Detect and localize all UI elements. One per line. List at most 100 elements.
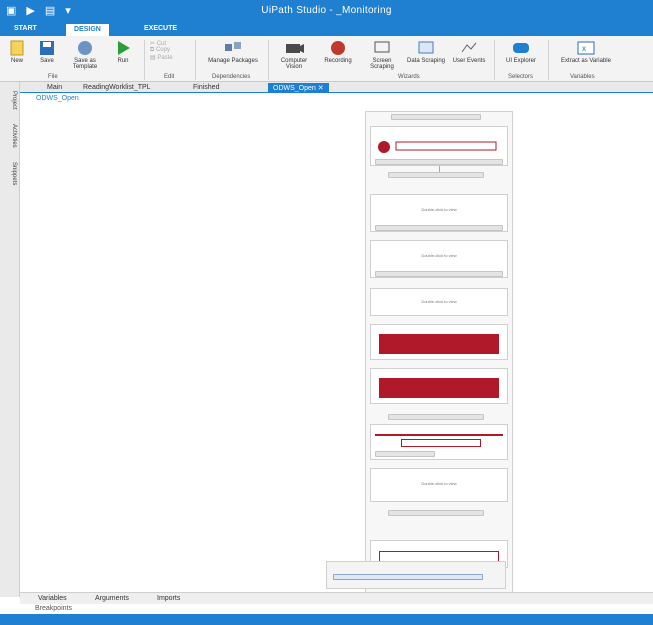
camera-icon xyxy=(286,44,304,53)
template-icon xyxy=(78,41,92,55)
breakpoints-tab[interactable]: Breakpoints xyxy=(35,605,72,612)
svg-text:x: x xyxy=(582,44,586,53)
bottom-tab-bar: Variables Arguments Imports xyxy=(20,592,653,604)
extract-as-variable-button[interactable]: x Extract as Variable xyxy=(556,40,616,76)
sequence-header[interactable] xyxy=(391,114,481,120)
tab-arguments[interactable]: Arguments xyxy=(95,595,129,602)
breadcrumb[interactable]: ODWS_Open xyxy=(36,95,79,102)
group-selectors-label: Selectors xyxy=(508,74,534,80)
ui-explorer-icon xyxy=(513,43,529,53)
selection-line xyxy=(375,434,503,436)
tab-start[interactable]: START xyxy=(6,22,45,36)
activity-header xyxy=(371,369,507,377)
computer-vision-button[interactable]: Computer Vision xyxy=(274,40,314,76)
activity-if[interactable]: Double-click to view xyxy=(370,194,508,232)
close-icon[interactable]: ✕ xyxy=(318,85,324,92)
activity-property[interactable] xyxy=(375,159,503,165)
manage-packages-button[interactable]: Manage Packages xyxy=(205,40,261,76)
document-tab-bar: Main ReadingWorklist_TPL Finished ODWS_O… xyxy=(20,82,653,93)
group-wizards-label: Wizards xyxy=(398,74,420,80)
save-icon xyxy=(40,41,54,55)
activity-property[interactable] xyxy=(375,225,503,231)
activity-header xyxy=(371,241,507,249)
side-tab-snippets[interactable]: Snippets xyxy=(3,158,17,190)
manage-packages-label: Manage Packages xyxy=(208,58,258,64)
activity-if[interactable]: Double-click to view xyxy=(370,240,508,278)
doc-tab-odws-open[interactable]: ODWS_Open ✕ xyxy=(268,83,329,93)
group-variables-label: Variables xyxy=(570,74,595,80)
activity-type-into[interactable] xyxy=(370,424,508,460)
run-label: Run xyxy=(117,58,129,64)
packages-icon xyxy=(225,42,241,51)
activity-assign[interactable] xyxy=(388,510,484,516)
outer-sequence[interactable] xyxy=(326,561,506,589)
recording-button[interactable]: Recording xyxy=(318,40,358,76)
ui-explorer-label: UI Explorer xyxy=(505,58,536,64)
screen-scraping-button[interactable]: Screen Scraping xyxy=(362,40,402,76)
doc-tab-main[interactable]: Main xyxy=(42,83,67,93)
run-button[interactable]: Run xyxy=(110,40,136,76)
tab-variables[interactable]: Variables xyxy=(38,595,67,602)
new-button[interactable]: New xyxy=(4,40,30,76)
tab-imports[interactable]: Imports xyxy=(157,595,180,602)
status-bar xyxy=(0,614,653,625)
doc-tab-odws-open-label: ODWS_Open xyxy=(273,85,316,92)
activity-image[interactable] xyxy=(370,126,508,166)
ui-explorer-button[interactable]: UI Explorer xyxy=(500,40,542,76)
activity-if[interactable]: Double-click to view xyxy=(370,468,508,502)
ribbon: New Save Save as Template Run File ✂ Cut… xyxy=(0,36,653,82)
tab-design[interactable]: DESIGN xyxy=(66,22,109,36)
record-icon xyxy=(331,41,345,55)
new-file-icon xyxy=(10,40,24,56)
doc-tab-finished[interactable]: Finished xyxy=(188,83,224,93)
title-bar: ▣ ▶ ▤ ▾ UiPath Studio - _Monitoring xyxy=(0,0,653,22)
ribbon-separator xyxy=(268,40,269,80)
placeholder-text: Double-click to view xyxy=(421,253,457,258)
copy-button[interactable]: ⧉ Copy xyxy=(150,47,190,54)
target-field xyxy=(401,439,481,447)
selected-activity[interactable] xyxy=(333,574,483,580)
side-tab-activities[interactable]: Activities xyxy=(3,118,17,154)
screenshot-thumbnail xyxy=(378,141,497,153)
sequence-container[interactable]: Double-click to view Double-click to vie… xyxy=(365,111,513,601)
user-events-label: User Events xyxy=(452,58,486,64)
activity-header xyxy=(371,289,507,297)
user-events-button[interactable]: User Events xyxy=(450,40,488,76)
side-panel: Project Activities Snippets xyxy=(0,82,20,597)
activity-header xyxy=(371,127,507,135)
variable-icon: x xyxy=(577,41,595,55)
activity-header xyxy=(371,195,507,203)
activity-if[interactable]: Double-click to view xyxy=(370,288,508,316)
window-title: UiPath Studio - _Monitoring xyxy=(261,5,392,16)
activity-error[interactable] xyxy=(370,368,508,404)
save-as-template-button[interactable]: Save as Template xyxy=(64,40,106,76)
activity-header xyxy=(371,541,507,549)
screen-icon xyxy=(374,41,390,53)
doc-tab-readingworklist[interactable]: ReadingWorklist_TPL xyxy=(78,83,156,93)
side-tab-project[interactable]: Project xyxy=(3,86,17,114)
play-icon xyxy=(118,41,130,55)
ribbon-separator xyxy=(195,40,196,80)
activity-property[interactable] xyxy=(375,451,435,457)
error-block xyxy=(379,378,499,398)
computer-vision-label: Computer Vision xyxy=(280,58,308,70)
activity-assign[interactable] xyxy=(388,414,484,420)
activity-assign[interactable] xyxy=(388,172,484,178)
placeholder-text: Double-click to view xyxy=(421,481,457,486)
activity-header xyxy=(371,325,507,333)
cut-button[interactable]: ✂ Cut xyxy=(150,40,190,47)
paste-button[interactable]: ▤ Paste xyxy=(150,54,190,61)
workflow-designer-canvas[interactable]: Double-click to view Double-click to vie… xyxy=(20,93,653,601)
activity-error[interactable] xyxy=(370,324,508,360)
tab-execute[interactable]: EXECUTE xyxy=(136,22,185,36)
ribbon-tab-bar: START DESIGN EXECUTE xyxy=(0,22,653,36)
save-button[interactable]: Save xyxy=(34,40,60,76)
activity-property[interactable] xyxy=(375,271,503,277)
clipboard-buttons: ✂ Cut ⧉ Copy ▤ Paste xyxy=(150,40,190,76)
save-label: Save xyxy=(40,58,54,64)
screen-scraping-label: Screen Scraping xyxy=(370,58,394,70)
extract-as-variable-label: Extract as Variable xyxy=(561,58,611,64)
group-file-label: File xyxy=(48,74,58,80)
activity-header xyxy=(371,469,507,477)
data-scraping-button[interactable]: Data Scraping xyxy=(406,40,446,76)
